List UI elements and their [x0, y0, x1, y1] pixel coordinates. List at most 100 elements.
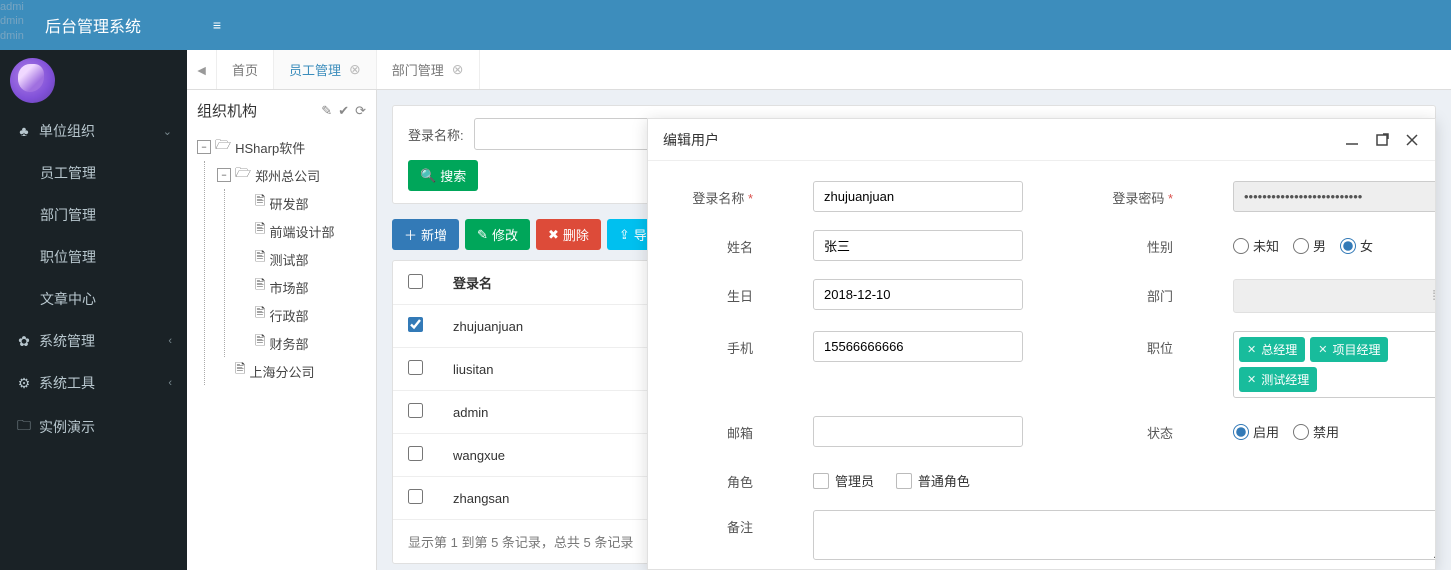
close-icon[interactable]: ⊗ — [452, 61, 464, 78]
close-icon[interactable] — [1404, 132, 1420, 148]
tab-staff-label: 员工管理 — [289, 60, 341, 79]
watermark: admi dmin dmin — [0, 0, 24, 43]
radio-gender-unknown[interactable]: 未知 — [1233, 236, 1279, 255]
collapse-icon[interactable]: − — [197, 140, 211, 154]
tag-remove-icon[interactable]: ✕ — [1247, 373, 1256, 386]
row-checkbox[interactable] — [408, 489, 423, 504]
filter-login-input[interactable] — [474, 118, 674, 150]
file-icon: 🖹 — [255, 276, 265, 298]
tag-remove-icon[interactable]: ✕ — [1247, 343, 1256, 356]
row-checkbox[interactable] — [408, 317, 423, 332]
nav-systool-label: 系统工具 — [39, 373, 95, 393]
delete-label: 删除 — [563, 225, 589, 244]
tab-home[interactable]: 首页 — [217, 50, 274, 89]
fullscreen-icon[interactable] — [1374, 132, 1390, 148]
tag-position[interactable]: ✕总经理 — [1239, 337, 1305, 362]
tag-remove-icon[interactable]: ✕ — [1318, 343, 1327, 356]
main-area: ≡ ◄ 首页 员工管理 ⊗ 部门管理 ⊗ 组织机构 ✎ — [187, 0, 1451, 570]
nav-sysmgmt[interactable]: ✿ 系统管理 ‹ — [0, 320, 187, 362]
tree-label: HSharp软件 — [235, 138, 305, 157]
chevron-left-icon: ‹ — [168, 377, 172, 389]
nav-dept[interactable]: 部门管理 — [0, 194, 187, 236]
input-login[interactable] — [813, 181, 1023, 212]
dialog-body: 登录名称 登录密码 姓名 性别 未知 男 女 — [648, 161, 1435, 569]
tree-label: 研发部 — [269, 194, 308, 213]
collapse-icon[interactable]: − — [217, 168, 231, 182]
checkbox-role-normal[interactable]: 普通角色 — [896, 471, 970, 490]
nav-systool[interactable]: ⚙ 系统工具 ‹ — [0, 362, 187, 404]
tabs-prev-button[interactable]: ◄ — [187, 50, 217, 89]
input-remark[interactable] — [813, 510, 1435, 560]
cogs-icon: ⚙ — [15, 375, 33, 392]
nav-staff[interactable]: 员工管理 — [0, 152, 187, 194]
add-button[interactable]: ＋新增 — [392, 219, 459, 250]
tree-node-mkt[interactable]: 🖹市场部 — [237, 273, 366, 301]
nav-sysmgmt-label: 系统管理 — [39, 331, 95, 351]
tree-node-sh[interactable]: 🖹上海分公司 — [217, 357, 366, 385]
delete-button[interactable]: ✖删除 — [536, 219, 601, 250]
plus-icon: ＋ — [404, 225, 417, 244]
radio-gender-female[interactable]: 女 — [1340, 236, 1373, 255]
tree-node-rd[interactable]: 🖹研发部 — [237, 189, 366, 217]
label-birthday: 生日 — [673, 279, 753, 305]
search-button[interactable]: 🔍 搜索 — [408, 160, 478, 191]
radio-status-enable[interactable]: 启用 — [1233, 422, 1279, 441]
check-icon[interactable]: ✔ — [338, 103, 349, 119]
input-email[interactable] — [813, 416, 1023, 447]
tree-node-admin[interactable]: 🖹行政部 — [237, 301, 366, 329]
input-dept[interactable] — [1233, 279, 1435, 313]
edit-button[interactable]: ✎修改 — [465, 219, 530, 250]
dialog-header: 编辑用户 — [648, 119, 1435, 161]
nav-demo[interactable]: 🗀 实例演示 — [0, 404, 187, 450]
tree-node-root[interactable]: − 🗁 HSharp软件 — [197, 133, 366, 161]
tree-node-zz[interactable]: − 🗁 郑州总公司 — [217, 161, 366, 189]
radio-status-disable[interactable]: 禁用 — [1293, 422, 1339, 441]
tag-position[interactable]: ✕ 测试经理 — [1239, 367, 1317, 392]
minimize-icon[interactable] — [1344, 132, 1360, 148]
label-phone: 手机 — [673, 331, 753, 357]
work-area: 登录名称: 🔍 搜索 ＋新增 ✎修改 ✖删除 ⇪导入 — [377, 90, 1451, 570]
edit-icon[interactable]: ✎ — [321, 103, 332, 119]
row-checkbox[interactable] — [408, 403, 423, 418]
org-tree: − 🗁 HSharp软件 − 🗁 郑州总公司 🖹研发部 🖹前端设计部 — [197, 133, 366, 385]
tree-node-qa[interactable]: 🖹测试部 — [237, 245, 366, 273]
input-name[interactable] — [813, 230, 1023, 261]
tag-label: 测试经理 — [1261, 371, 1309, 388]
close-icon[interactable]: ⊗ — [349, 61, 361, 78]
hamburger-icon[interactable]: ≡ — [202, 17, 232, 33]
edit-label: 修改 — [492, 225, 518, 244]
label-role: 角色 — [673, 465, 753, 491]
label-name: 姓名 — [673, 230, 753, 256]
label-email: 邮箱 — [673, 416, 753, 442]
tree-label: 前端设计部 — [269, 222, 334, 241]
tab-dept[interactable]: 部门管理 ⊗ — [377, 50, 480, 89]
label-remark: 备注 — [673, 510, 753, 536]
input-position[interactable]: ✕总经理 ✕ 项目经理 ✕ 测试经理 — [1233, 331, 1435, 398]
edit-user-dialog: 编辑用户 登录名称 登录密码 姓名 — [647, 118, 1436, 570]
user-panel — [0, 50, 187, 110]
nav-org[interactable]: ♣ 单位组织 ⌄ — [0, 110, 187, 152]
nav-article[interactable]: 文章中心 — [0, 278, 187, 320]
search-button-label: 搜索 — [440, 166, 466, 185]
row-checkbox[interactable] — [408, 360, 423, 375]
file-icon: 🖹 — [255, 192, 265, 214]
tree-node-fin[interactable]: 🖹财务部 — [237, 329, 366, 357]
radio-gender-male[interactable]: 男 — [1293, 236, 1326, 255]
tag-label: 项目经理 — [1332, 341, 1380, 358]
refresh-icon[interactable]: ⟳ — [355, 103, 366, 119]
avatar[interactable] — [10, 58, 55, 103]
checkbox-role-admin[interactable]: 管理员 — [813, 471, 874, 490]
sidebar: admi dmin dmin 后台管理系统 ♣ 单位组织 ⌄ 员工管理 部门管理… — [0, 0, 187, 570]
input-birthday[interactable] — [813, 279, 1023, 310]
tab-dept-label: 部门管理 — [392, 60, 444, 79]
topbar: ≡ — [187, 0, 1451, 50]
nav-article-label: 文章中心 — [40, 289, 96, 309]
tab-staff[interactable]: 员工管理 ⊗ — [274, 50, 377, 89]
input-phone[interactable] — [813, 331, 1023, 362]
nav-dept-label: 部门管理 — [40, 205, 96, 225]
tree-node-fe[interactable]: 🖹前端设计部 — [237, 217, 366, 245]
grid-checkall[interactable] — [408, 274, 423, 289]
nav-position[interactable]: 职位管理 — [0, 236, 187, 278]
tag-position[interactable]: ✕ 项目经理 — [1310, 337, 1388, 362]
row-checkbox[interactable] — [408, 446, 423, 461]
